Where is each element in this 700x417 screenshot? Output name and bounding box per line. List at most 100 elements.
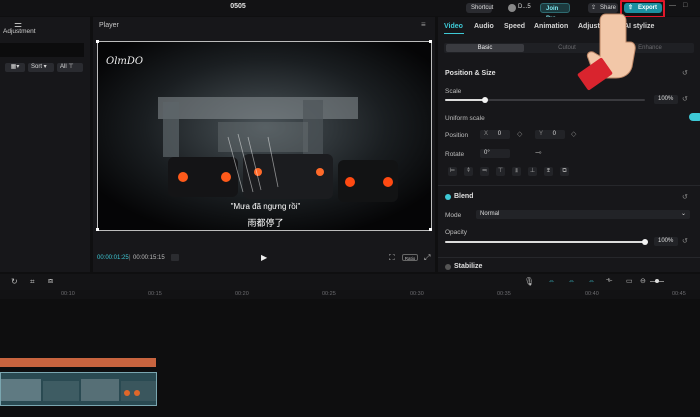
position-y-keyframe-icon[interactable]: ◇: [571, 130, 576, 138]
microphone-icon[interactable]: 🎙: [524, 277, 534, 286]
minimize-icon[interactable]: —: [669, 2, 676, 9]
scale-label: Scale: [445, 88, 462, 95]
share-label: Share: [600, 5, 617, 11]
rotate-label: Rotate: [445, 151, 465, 158]
user-name[interactable]: D...5: [518, 4, 531, 10]
expand-icon[interactable]: ⤢: [424, 253, 430, 263]
play-icon[interactable]: ▶: [261, 253, 267, 262]
align-bottom-icon[interactable]: ⊥: [528, 167, 537, 176]
position-y-axis-label: Y: [539, 131, 543, 137]
ruler-tick: 00:20: [235, 291, 249, 297]
scale-value-field[interactable]: 100%: [654, 95, 678, 104]
ratio-button[interactable]: Ratio: [402, 254, 418, 261]
align-center-h-icon[interactable]: ⫩: [464, 167, 473, 176]
timeline-toolbar: ↻ ⌗ ⧈ 🎙 ⇔ ⇔ ⇔ ⟛ ▭ ⊖: [0, 274, 700, 290]
maximize-icon[interactable]: □: [683, 2, 687, 9]
sort-dropdown[interactable]: Sort ▾: [28, 63, 54, 72]
distribute-icon[interactable]: ⩨: [544, 167, 553, 176]
rotate-field[interactable]: 0°: [480, 149, 510, 158]
ruler-tick: 00:35: [497, 291, 511, 297]
video-preview[interactable]: OlmDO "Mưa đã ngưng rồi" 雨都停了: [97, 41, 432, 231]
left-panel-search-row: [0, 43, 84, 57]
uniform-scale-label: Uniform scale: [445, 115, 485, 122]
audio-clip[interactable]: [0, 358, 156, 367]
opacity-slider-knob[interactable]: [642, 239, 648, 245]
opacity-slider-fill: [445, 241, 645, 243]
chevron-down-icon: ⌄: [680, 211, 686, 217]
subtitle-chinese: 雨都停了: [247, 218, 284, 228]
tab-audio[interactable]: Audio: [474, 23, 494, 30]
tab-animation[interactable]: Animation: [534, 23, 568, 30]
scale-slider-fill: [445, 99, 485, 101]
view-toggle-icon[interactable]: ▦▾: [5, 63, 25, 72]
align-left-icon[interactable]: ⊨: [448, 167, 457, 176]
reset-icon[interactable]: ↺: [682, 69, 688, 77]
opacity-value-field[interactable]: 100%: [654, 237, 678, 246]
timecode-icon[interactable]: [171, 254, 179, 261]
preview-axis-icon[interactable]: ⟛: [606, 277, 612, 285]
tab-underline: [444, 33, 464, 34]
opacity-label: Opacity: [445, 229, 468, 236]
crop-handle[interactable]: [429, 228, 432, 231]
player-title: Player: [99, 22, 119, 29]
subtab-basic[interactable]: Basic: [446, 44, 524, 52]
zoom-out-icon[interactable]: ⊖: [640, 277, 646, 285]
position-label: Position: [445, 132, 469, 139]
time-ruler: 00:10 00:15 00:20 00:25 00:30 00:35 00:4…: [0, 290, 700, 299]
time-separator: |: [129, 255, 131, 261]
caption-icon[interactable]: ▭: [626, 277, 633, 285]
video-clip[interactable]: [0, 372, 157, 406]
scale-slider-knob[interactable]: [482, 97, 488, 103]
crop-handle[interactable]: [96, 228, 99, 231]
align-right-icon[interactable]: ⫤: [480, 167, 489, 176]
crop-handle[interactable]: [429, 40, 432, 43]
crop-handle[interactable]: [96, 40, 99, 43]
player-menu-icon[interactable]: ≡: [421, 20, 426, 29]
align-center-v-icon[interactable]: ⫫: [512, 167, 521, 176]
align-top-icon[interactable]: ⊤: [496, 167, 505, 176]
split-icon[interactable]: ⧈: [48, 276, 53, 286]
player-panel: Player ≡ OlmDO "Mưa đã ngưng rồi" 雨都停了 0…: [93, 17, 435, 272]
fullscreen-crop-icon[interactable]: ⛶: [389, 253, 395, 263]
magnet-icon[interactable]: ⇔: [568, 278, 575, 285]
tab-video[interactable]: Video: [444, 23, 463, 30]
adjustment-tab[interactable]: Adjustment: [3, 28, 36, 35]
snap-icon[interactable]: ⇔: [588, 278, 595, 285]
sort-label: Sort: [31, 64, 43, 70]
undo-icon[interactable]: ↻: [11, 277, 18, 286]
ruler-tick: 00:30: [410, 291, 424, 297]
position-x-field[interactable]: X 0: [480, 130, 510, 139]
stabilize-enable-checkbox[interactable]: [445, 264, 451, 270]
position-y-value: 0: [552, 131, 556, 137]
crop-icon[interactable]: ⌗: [30, 277, 35, 287]
link-main-track-icon[interactable]: ⇔: [548, 278, 555, 285]
position-y-field[interactable]: Y 0: [535, 130, 565, 139]
ruler-tick: 00:40: [585, 291, 599, 297]
rotate-dial-icon[interactable]: ⊸: [535, 148, 542, 157]
inspector-panel: Video Audio Speed Animation Adjustment A…: [438, 17, 700, 272]
pointing-hand-icon: [577, 13, 636, 91]
video-clip-thumbnails: [1, 373, 156, 405]
blend-mode-label: Mode: [445, 212, 462, 219]
uniform-scale-toggle[interactable]: [689, 113, 700, 121]
position-x-value: 0: [497, 131, 502, 137]
join-pro-button[interactable]: Join Pro: [540, 3, 570, 22]
blend-enable-checkbox[interactable]: [445, 194, 451, 200]
avatar[interactable]: [508, 4, 516, 12]
blend-reset-icon[interactable]: ↺: [682, 193, 688, 201]
ruler-tick: 00:15: [148, 291, 162, 297]
stabilize-title: Stabilize: [454, 263, 483, 270]
flip-icon[interactable]: ⧉: [560, 167, 569, 176]
watermark-text: OlmDO: [106, 56, 144, 67]
filter-dropdown[interactable]: All ⊤: [57, 63, 83, 72]
position-x-keyframe-icon[interactable]: ◇: [517, 130, 522, 138]
blend-mode-select[interactable]: Normal ⌄: [476, 210, 690, 219]
tab-speed[interactable]: Speed: [504, 23, 525, 30]
zoom-slider-knob[interactable]: [655, 279, 659, 283]
blend-title: Blend: [454, 193, 474, 200]
shortcut-button[interactable]: Shortcut: [466, 3, 493, 13]
scale-reset-icon[interactable]: ↺: [682, 95, 688, 103]
opacity-reset-icon[interactable]: ↺: [682, 237, 688, 245]
ruler-tick: 00:10: [61, 291, 75, 297]
position-x-axis-label: X: [484, 131, 489, 137]
